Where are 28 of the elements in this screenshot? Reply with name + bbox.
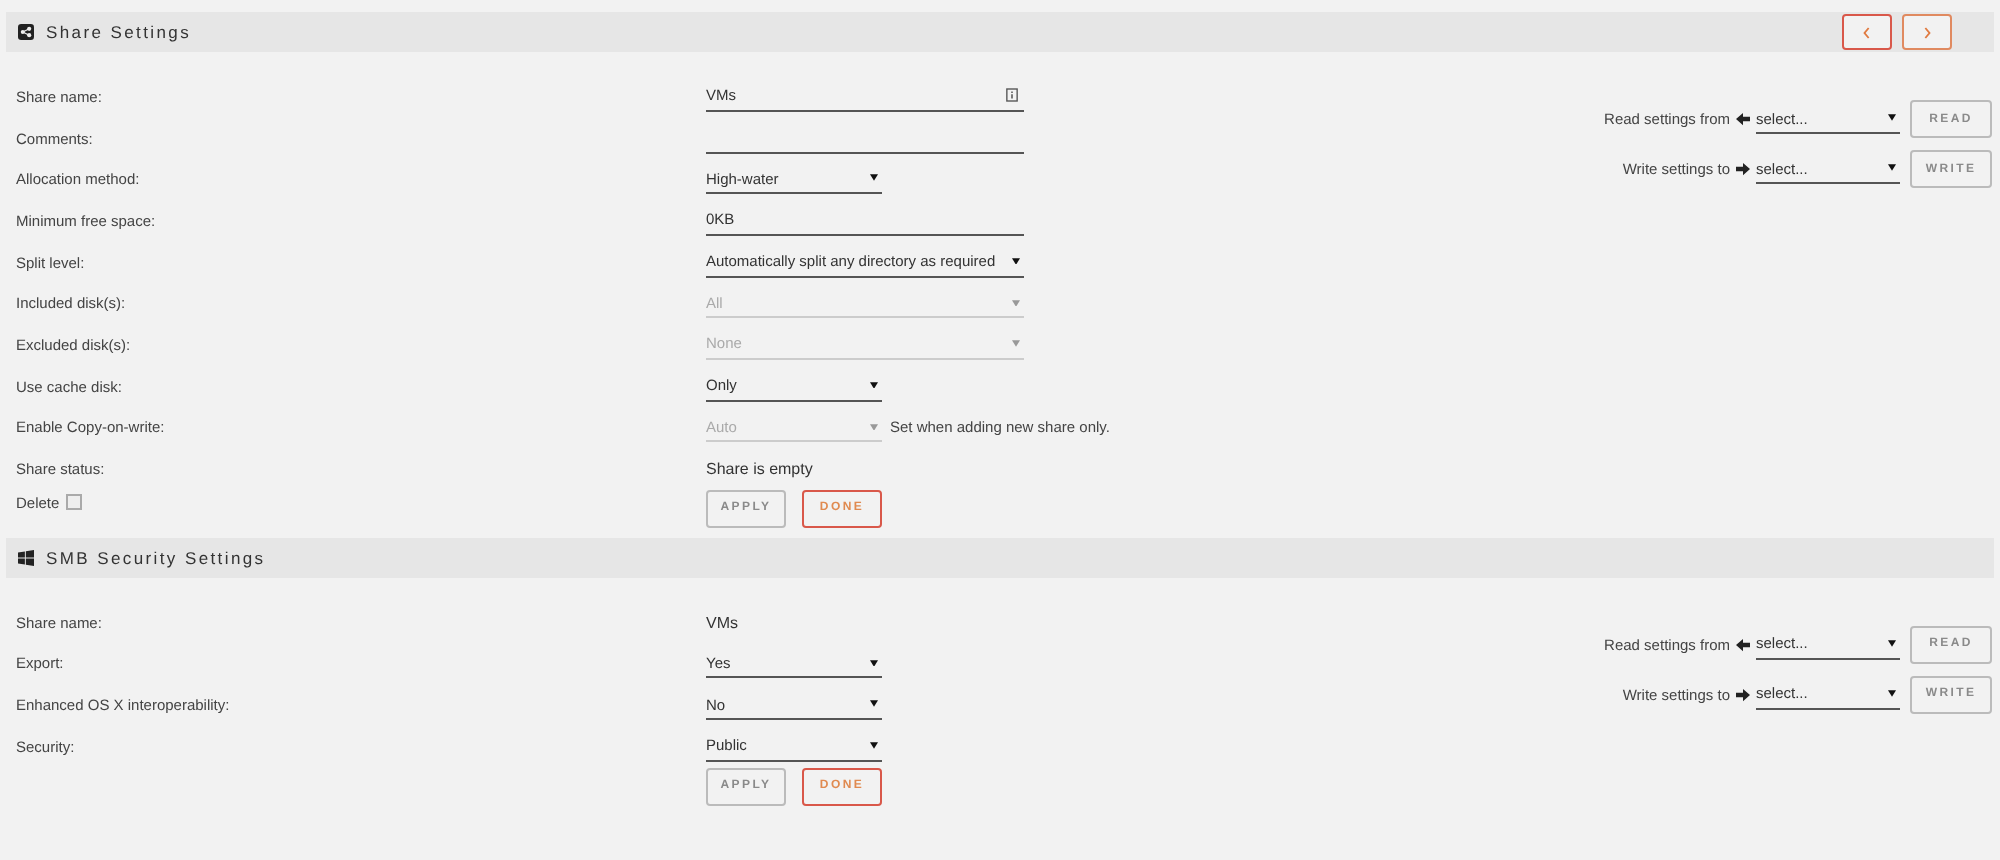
right-arrow-icon bbox=[1736, 162, 1750, 176]
next-button[interactable] bbox=[1902, 14, 1952, 50]
caret-icon bbox=[870, 423, 878, 431]
section-title: SMB Security Settings bbox=[46, 547, 266, 568]
chevron-right-icon bbox=[1922, 25, 1932, 39]
previous-button[interactable] bbox=[1842, 14, 1892, 50]
left-arrow-icon bbox=[1736, 637, 1750, 652]
caret-icon bbox=[1012, 257, 1020, 265]
caret-icon bbox=[1012, 299, 1020, 307]
share-icon bbox=[18, 24, 34, 40]
delete-checkbox[interactable] bbox=[65, 494, 82, 511]
section-title: Share Settings bbox=[46, 22, 192, 42]
caret-icon bbox=[870, 174, 878, 182]
caret-icon bbox=[870, 659, 878, 667]
right-arrow-icon bbox=[1736, 687, 1750, 702]
caret-icon bbox=[1888, 640, 1896, 648]
caret-icon bbox=[870, 742, 878, 750]
left-arrow-icon bbox=[1736, 112, 1750, 126]
chevron-left-icon bbox=[1862, 25, 1872, 39]
caret-icon bbox=[1888, 164, 1896, 172]
field-value: VMs bbox=[706, 613, 738, 632]
caret-icon bbox=[870, 381, 878, 389]
caret-icon bbox=[1888, 114, 1896, 122]
caret-icon bbox=[870, 700, 878, 708]
field-value: Share is empty bbox=[706, 460, 813, 479]
windows-icon bbox=[18, 549, 34, 566]
caret-icon bbox=[1888, 690, 1896, 698]
caret-icon bbox=[1012, 340, 1020, 348]
